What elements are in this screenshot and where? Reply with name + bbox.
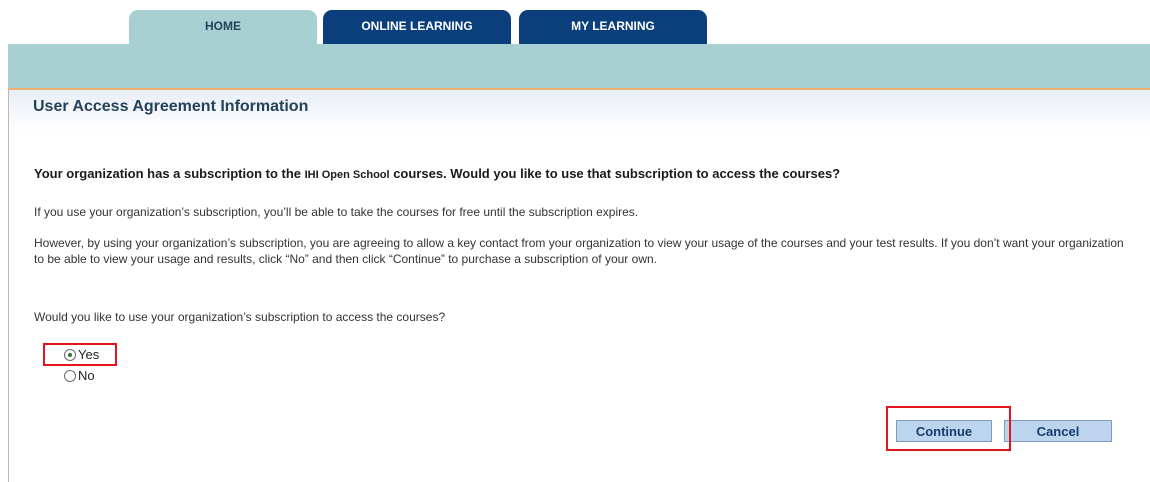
subscription-agreement-text: However, by using your organization’s su…	[34, 236, 1124, 266]
subscription-benefit-text: If you use your organization’s subscript…	[34, 205, 639, 219]
yes-highlight-box	[43, 343, 117, 366]
page-title: User Access Agreement Information	[33, 98, 309, 115]
cancel-button[interactable]: Cancel	[1004, 420, 1112, 442]
radio-no-button[interactable]	[64, 369, 76, 382]
main-question: Your organization has a subscription to …	[34, 166, 1134, 181]
main-question-post: courses. Would you like to use that subs…	[389, 166, 841, 181]
content-panel: User Access Agreement Information Your o…	[8, 90, 1150, 482]
radio-no-label: No	[78, 368, 95, 383]
tab-home[interactable]: HOME	[129, 10, 317, 44]
brand-name: IHI Open School	[304, 169, 390, 181]
main-question-pre: Your organization has a subscription to …	[34, 166, 305, 181]
header-band	[8, 44, 1150, 88]
subscription-question: Would you like to use your organization’…	[34, 310, 446, 324]
tab-my-learning[interactable]: MY LEARNING	[519, 10, 707, 44]
radio-option-no[interactable]: No	[64, 368, 95, 383]
continue-highlight-box	[886, 406, 1011, 451]
tab-online-learning[interactable]: ONLINE LEARNING	[323, 10, 511, 44]
